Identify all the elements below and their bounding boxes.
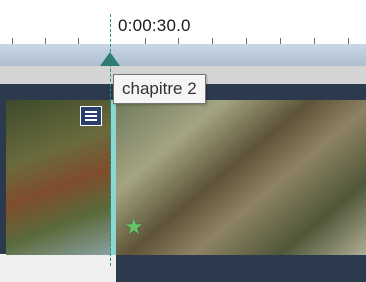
track-bottom-strip-dark bbox=[116, 255, 366, 282]
star-icon[interactable]: ★ bbox=[124, 216, 144, 238]
playhead-marker[interactable] bbox=[100, 52, 120, 66]
clip-boundary[interactable] bbox=[111, 100, 116, 255]
playhead-time-label: 0:00:30.0 bbox=[118, 16, 191, 35]
timeline-ruler[interactable]: 0:00:30.0 bbox=[0, 0, 366, 48]
video-clip-current[interactable] bbox=[116, 100, 366, 255]
chapter-tooltip: chapitre 2 bbox=[113, 74, 206, 104]
menu-icon[interactable] bbox=[80, 106, 102, 126]
ruler-bar[interactable] bbox=[0, 44, 366, 66]
